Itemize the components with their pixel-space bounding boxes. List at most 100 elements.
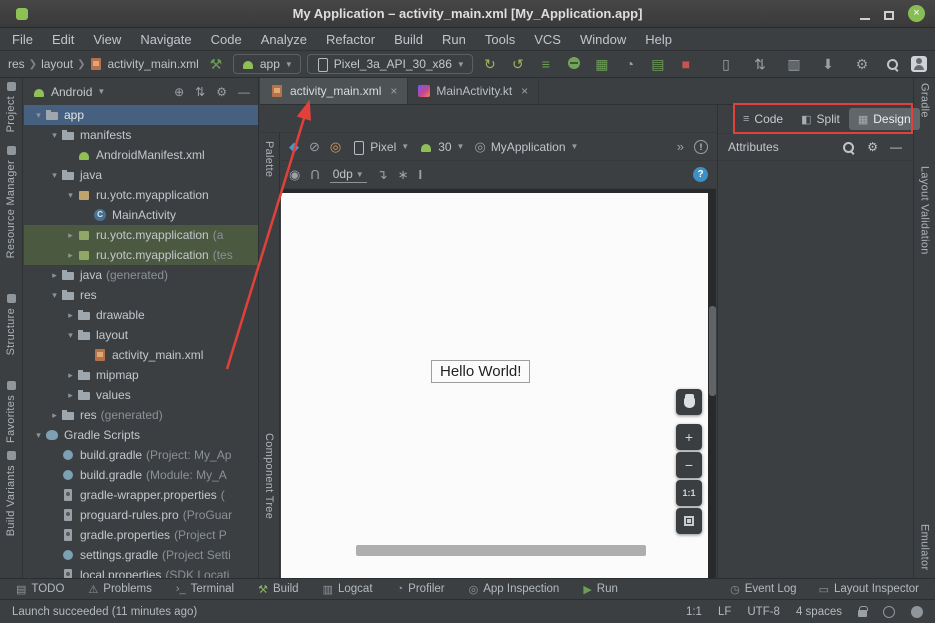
tree-item-build-gradle-project[interactable]: build.gradle(Project: My_Ap [24, 445, 258, 465]
zoom-ratio-button[interactable]: 1:1 [676, 480, 702, 506]
breadcrumb-layout[interactable]: layout [41, 57, 73, 71]
chevron-right-icon[interactable]: ▸ [64, 310, 77, 321]
sidebar-item-resource-manager[interactable]: Resource Manager [0, 146, 22, 258]
tree-item-res-generated[interactable]: ▸res(generated) [24, 405, 258, 425]
palette-panel-tab[interactable]: Palette [263, 141, 275, 177]
tree-item-app[interactable]: ▾app [24, 105, 258, 125]
sync-project-icon[interactable]: ⇅ [749, 56, 771, 73]
profiler-icon[interactable]: ◔ [619, 56, 641, 72]
tool-logcat[interactable]: ▥Logcat [323, 583, 373, 596]
sidebar-item-layout-validation[interactable]: Layout Validation [914, 166, 935, 255]
chevron-down-icon[interactable]: ▾ [64, 330, 77, 341]
menu-code[interactable]: Code [211, 32, 242, 47]
apply-code-changes-icon[interactable]: ↺ [507, 56, 529, 73]
hide-panel-icon[interactable]: — [890, 140, 902, 154]
zoom-in-button[interactable]: + [676, 424, 702, 450]
close-tab-icon[interactable]: × [521, 84, 528, 98]
chevron-right-icon[interactable]: ▸ [48, 270, 61, 281]
menu-tools[interactable]: Tools [485, 32, 515, 47]
tool-profiler[interactable]: ◔Profiler [397, 583, 445, 595]
run-list-icon[interactable]: ≡ [535, 56, 557, 72]
search-icon[interactable] [885, 57, 899, 71]
debug-icon[interactable] [563, 56, 585, 72]
tree-item-package[interactable]: ▾ru.yotc.myapplication [24, 185, 258, 205]
tool-app-inspection[interactable]: ◎App Inspection [469, 583, 560, 596]
tree-item-settings-gradle[interactable]: settings.gradle(Project Setti [24, 545, 258, 565]
menu-vcs[interactable]: VCS [534, 32, 561, 47]
run-config-selector[interactable]: app ▼ [233, 54, 301, 74]
coverage-icon[interactable]: ▦ [591, 56, 613, 73]
sdk-manager-icon[interactable]: ⬇ [817, 56, 839, 73]
menu-edit[interactable]: Edit [52, 32, 74, 47]
theme-dropdown[interactable]: ◎ MyApplication ▼ [474, 139, 578, 155]
chevron-right-icon[interactable]: ▸ [64, 230, 77, 241]
help-icon[interactable]: ? [693, 167, 708, 182]
close-icon[interactable]: × [908, 5, 925, 22]
search-icon[interactable] [841, 140, 855, 154]
tool-terminal[interactable]: ›_Terminal [176, 583, 234, 595]
feedback-icon[interactable] [911, 606, 923, 618]
collapse-all-icon[interactable]: ⇅ [195, 85, 205, 99]
textview-hello-world[interactable]: Hello World! [431, 360, 530, 383]
tree-item-res[interactable]: ▾res [24, 285, 258, 305]
infer-constraints-icon[interactable]: I [419, 167, 423, 182]
menu-refactor[interactable]: Refactor [326, 32, 375, 47]
device-dropdown[interactable]: Pixel ▼ [351, 140, 409, 154]
color-mode-icon[interactable]: ◎ [330, 139, 341, 155]
menu-window[interactable]: Window [580, 32, 626, 47]
zoom-out-button[interactable]: − [676, 452, 702, 478]
attach-debugger-icon[interactable]: ▤ [647, 56, 669, 73]
tree-item-gradle-scripts[interactable]: ▾Gradle Scripts [24, 425, 258, 445]
lock-icon[interactable] [858, 610, 867, 617]
menu-navigate[interactable]: Navigate [140, 32, 191, 47]
status-indent[interactable]: 4 spaces [796, 606, 842, 618]
hide-panel-icon[interactable]: — [238, 85, 250, 99]
apply-changes-icon[interactable]: ↻ [479, 56, 501, 73]
tree-item-local-properties[interactable]: local.properties(SDK Locati [24, 565, 258, 578]
menu-file[interactable]: File [12, 32, 33, 47]
notification-icon[interactable] [883, 606, 895, 618]
chevron-down-icon[interactable]: ▾ [32, 430, 45, 441]
device-manager-icon[interactable]: ▯ [715, 56, 737, 73]
status-encoding[interactable]: UTF-8 [747, 606, 780, 618]
design-surface-icon[interactable]: ◆ [289, 139, 299, 155]
menu-view[interactable]: View [93, 32, 121, 47]
tool-build[interactable]: ⚒Build [258, 583, 298, 596]
avatar[interactable] [911, 56, 927, 72]
settings-gear-icon[interactable]: ⚙ [216, 85, 227, 99]
tree-item-androidmanifest[interactable]: AndroidManifest.xml [24, 145, 258, 165]
magic-wand-icon[interactable]: ∗ [398, 167, 409, 183]
magnet-icon[interactable]: U [310, 167, 319, 182]
tree-item-values[interactable]: ▸values [24, 385, 258, 405]
project-view-selector[interactable]: Android [51, 85, 92, 99]
sidebar-item-build-variants[interactable]: Build Variants [0, 451, 22, 536]
settings-gear-icon[interactable]: ⚙ [867, 140, 878, 154]
chevron-down-icon[interactable]: ▾ [48, 290, 61, 301]
sidebar-item-project[interactable]: Project [0, 82, 22, 132]
zoom-fit-button[interactable] [676, 508, 702, 534]
tab-mainactivity-kt[interactable]: MainActivity.kt × [408, 78, 539, 104]
locate-file-icon[interactable]: ⊕ [174, 85, 184, 99]
tool-layout-inspector[interactable]: ▭Layout Inspector [819, 583, 919, 596]
mode-code-button[interactable]: ≡ Code [734, 108, 792, 130]
chevron-down-icon[interactable]: ▾ [48, 130, 61, 141]
tool-problems[interactable]: ⚠Problems [88, 583, 151, 596]
breadcrumb-res[interactable]: res [8, 57, 25, 71]
tree-item-layout[interactable]: ▾layout [24, 325, 258, 345]
settings-gear-icon[interactable]: ⚙ [851, 56, 873, 73]
sidebar-item-emulator[interactable]: Emulator [914, 524, 935, 570]
tree-item-manifests[interactable]: ▾manifests [24, 125, 258, 145]
tab-activity-main-xml[interactable]: activity_main.xml × [260, 78, 408, 104]
issue-indicator-icon[interactable]: ! [694, 140, 708, 154]
mode-design-button[interactable]: ▦ Design [849, 108, 920, 130]
avd-manager-icon[interactable]: ▥ [783, 56, 805, 73]
chevron-right-icon[interactable]: ▸ [48, 410, 61, 421]
build-hammer-icon[interactable]: ⚒ [205, 56, 227, 73]
tree-item-mipmap[interactable]: ▸mipmap [24, 365, 258, 385]
guideline-icon[interactable]: ↴ [377, 167, 388, 183]
chevron-down-icon[interactable]: ▾ [64, 190, 77, 201]
menu-run[interactable]: Run [442, 32, 466, 47]
tree-item-build-gradle-module[interactable]: build.gradle(Module: My_A [24, 465, 258, 485]
tree-item-drawable[interactable]: ▸drawable [24, 305, 258, 325]
tree-item-gradle-properties[interactable]: gradle.properties(Project P [24, 525, 258, 545]
